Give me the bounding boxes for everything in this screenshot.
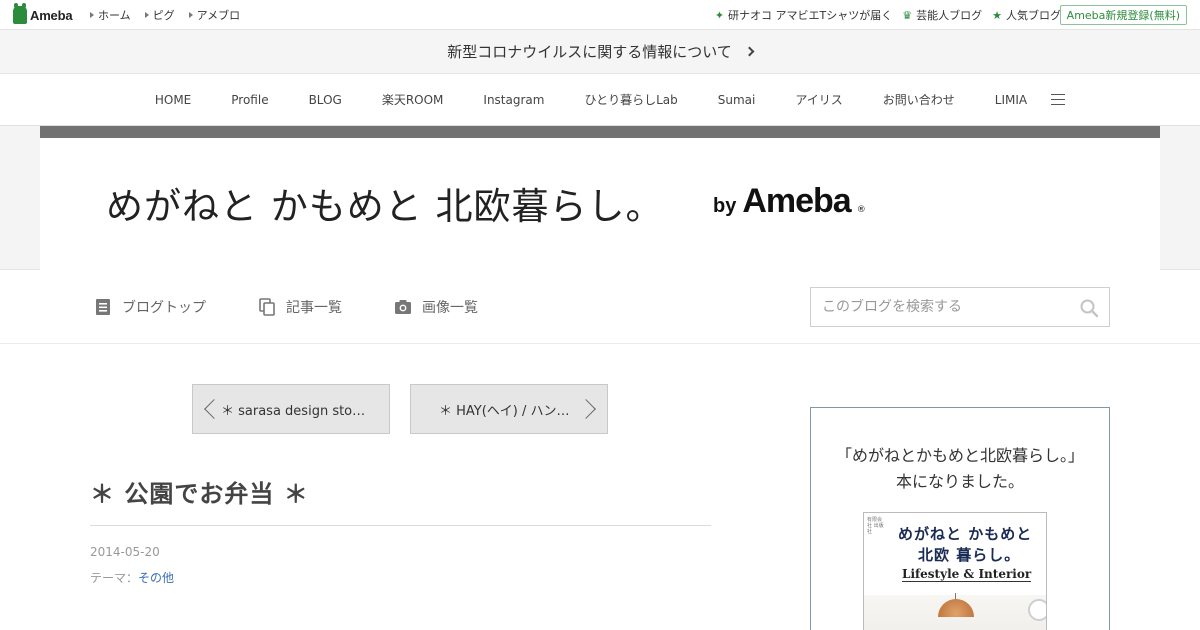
promo-label: 研ナオコ アマビエTシャツが届く — [728, 9, 893, 22]
article-theme: テーマ：その他 — [90, 569, 174, 586]
book-title-line2: 北欧 暮らし。 — [918, 546, 1021, 564]
promo-links: ✦ 研ナオコ アマビエTシャツが届く ♛ 芸能人ブログ ★ 人気ブログ — [715, 0, 1061, 30]
promo-label: 人気ブログ — [1006, 9, 1061, 22]
global-nav-label: ホーム — [98, 9, 131, 22]
promo-link-amabie[interactable]: ✦ 研ナオコ アマビエTシャツが届く — [715, 7, 892, 23]
blog-nav-item-contact[interactable]: お問い合わせ — [863, 91, 975, 108]
blog-nav-item-hitorigurashi-lab[interactable]: ひとり暮らしLab — [564, 91, 697, 108]
registered-mark: ® — [856, 205, 866, 215]
chevron-right-icon — [576, 399, 596, 419]
blog-top-link[interactable]: ブログトップ — [94, 296, 206, 318]
promo-label: 芸能人ブログ — [916, 9, 983, 22]
article-date: 2014-05-20 — [90, 545, 160, 559]
triangle-right-icon — [90, 12, 94, 18]
entry-list-label: 記事一覧 — [286, 300, 342, 316]
copy-icon — [259, 298, 275, 316]
entry-list-link[interactable]: 記事一覧 — [258, 296, 342, 318]
pendant-lamp-icon — [938, 599, 974, 617]
global-nav: ホーム ピグ アメブロ — [90, 0, 240, 30]
wall-clock-icon — [1028, 599, 1046, 621]
notice-text: 新型コロナウイルスに関する情報について — [447, 43, 732, 61]
blog-nav: HOME Profile BLOG 楽天ROOM Instagram ひとり暮ら… — [0, 74, 1200, 125]
prev-entry-title: ＊ sarasa design sto… — [221, 403, 366, 419]
ameba-logo-icon — [13, 3, 27, 24]
header-banner[interactable]: めがねと かもめと 北欧暮らし。 by Ameba ® — [40, 126, 1160, 271]
next-entry-link[interactable]: ＊ HAY(ヘイ) / ハン… — [410, 384, 608, 434]
blog-menu: ブログトップ 記事一覧 画像一覧 — [0, 271, 1200, 344]
theme-prefix: テーマ： — [90, 571, 139, 585]
star-icon: ★ — [992, 8, 1002, 22]
blog-top-label: ブログトップ — [122, 300, 206, 316]
chevron-right-icon — [744, 46, 755, 57]
blog-search-box — [810, 287, 1110, 327]
theme-link[interactable]: その他 — [138, 571, 174, 585]
covid-notice-link[interactable]: 新型コロナウイルスに関する情報について — [0, 30, 1200, 74]
ameba-logo[interactable]: Ameba — [13, 3, 73, 24]
blog-nav-item-home[interactable]: HOME — [135, 93, 211, 107]
hamburger-menu-icon[interactable] — [1051, 94, 1066, 105]
camera-icon — [395, 300, 411, 314]
global-nav-label: ピグ — [152, 9, 175, 22]
blog-nav-item-instagram[interactable]: Instagram — [463, 93, 564, 107]
blog-title: めがねと かもめと 北欧暮らし。 — [106, 185, 664, 228]
blog-nav-item-rakuten-room[interactable]: 楽天ROOM — [362, 91, 464, 108]
document-icon — [96, 299, 110, 315]
book-publisher-text: 有限会社 出版社 — [867, 517, 884, 535]
article-title: ＊ 公園でお弁当 ＊ — [90, 480, 309, 508]
register-button[interactable]: Ameba新規登録(無料) — [1059, 5, 1187, 25]
promo-link-popular-blog[interactable]: ★ 人気ブログ — [992, 7, 1061, 23]
ameba-wordmark: Ameba — [742, 182, 851, 220]
sparkle-icon: ✦ — [714, 8, 725, 22]
blog-nav-item-iris[interactable]: アイリス — [775, 91, 862, 108]
book-title-line3: Lifestyle & Interior — [902, 567, 1032, 582]
blog-nav-item-limia[interactable]: LIMIA — [975, 93, 1047, 107]
sidebar-heading: 「めがねとかもめと北欧暮らし。」 — [835, 446, 1084, 465]
image-list-label: 画像一覧 — [422, 300, 478, 316]
next-entry-title: ＊ HAY(ヘイ) / ハン… — [439, 403, 570, 419]
title-divider — [90, 525, 711, 526]
global-nav-ameblo[interactable]: アメブロ — [188, 7, 241, 23]
header-banner-area: めがねと かもめと 北欧暮らし。 by Ameba ® — [0, 125, 1200, 271]
blog-nav-item-sumai[interactable]: Sumai — [698, 93, 776, 107]
sidebar-subheading: 本になりました。 — [895, 472, 1024, 491]
prev-entry-link[interactable]: ＊ sarasa design sto… — [192, 384, 390, 434]
search-icon[interactable] — [1079, 298, 1099, 318]
ameba-logo-text: Ameba — [30, 7, 73, 23]
blog-nav-item-blog[interactable]: BLOG — [289, 93, 362, 107]
global-header: Ameba ホーム ピグ アメブロ ✦ 研ナオコ アマビエTシャツが届く ♛ 芸能人… — [0, 0, 1200, 30]
blog-nav-item-profile[interactable]: Profile — [211, 93, 288, 107]
by-text: by — [713, 195, 737, 217]
global-nav-home[interactable]: ホーム — [90, 7, 131, 23]
book-title-line1: めがねと かもめと — [898, 525, 1033, 543]
sidebar-book-widget: 「めがねとかもめと北欧暮らし。」 本になりました。 有限会社 出版社 めがねと … — [810, 407, 1110, 630]
crown-icon: ♛ — [902, 8, 913, 22]
image-list-link[interactable]: 画像一覧 — [394, 296, 478, 318]
blog-nav-list: HOME Profile BLOG 楽天ROOM Instagram ひとり暮ら… — [135, 91, 1047, 108]
promo-link-celebrity-blog[interactable]: ♛ 芸能人ブログ — [902, 7, 982, 23]
triangle-right-icon — [144, 12, 149, 18]
book-cover-image[interactable]: 有限会社 出版社 めがねと かもめと 北欧 暮らし。 Lifestyle & I… — [863, 512, 1047, 630]
by-ameba-logo: by Ameba ® — [713, 182, 866, 221]
book-cover-photo — [864, 593, 1046, 630]
blog-search-input[interactable] — [811, 299, 1071, 315]
global-nav-label: アメブロ — [196, 9, 241, 22]
book-cover-top: 有限会社 出版社 めがねと かもめと 北欧 暮らし。 Lifestyle & I… — [864, 513, 1046, 595]
banner-stripe — [40, 126, 1160, 138]
triangle-right-icon — [188, 12, 193, 18]
global-nav-pigg[interactable]: ピグ — [144, 7, 175, 23]
